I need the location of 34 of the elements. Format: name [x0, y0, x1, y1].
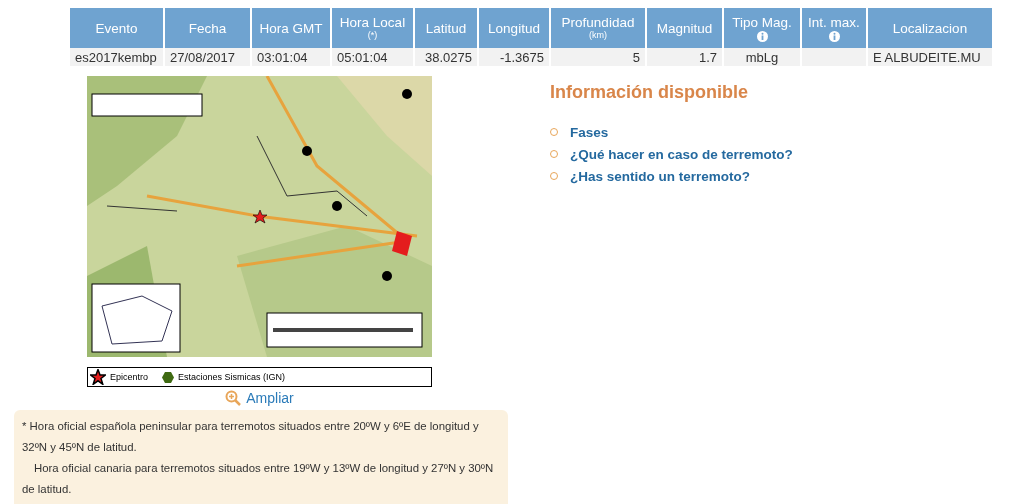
- table-cell: -1.3675: [478, 48, 550, 67]
- table-cell: 5: [550, 48, 646, 67]
- zoom-link[interactable]: Ampliar: [225, 390, 294, 406]
- table-cell: 03:01:04: [251, 48, 331, 67]
- table-cell: 38.0275: [414, 48, 478, 67]
- table-cell: 05:01:04: [331, 48, 414, 67]
- table-cell: E ALBUDEITE.MU: [867, 48, 993, 67]
- info-icon: [828, 30, 840, 42]
- hexagon-icon: [162, 371, 175, 383]
- column-header: Longitud: [478, 8, 550, 48]
- column-header: Profundidad (km): [550, 8, 646, 48]
- zoom-in-icon: [225, 390, 242, 406]
- column-header: Fecha: [164, 8, 251, 48]
- info-link[interactable]: Fases: [570, 124, 609, 140]
- info-link[interactable]: ¿Has sentido un terremoto?: [570, 168, 750, 184]
- note-text: * Hora oficial española peninsular para terremotos situados entre 20ºW y 6ºE de longitud y 32ºN y 45ºN de latitud.: [22, 419, 480, 455]
- info-link[interactable]: ¿Qué hacer en caso de terremoto?: [570, 146, 793, 162]
- legend-label: Epicentro: [110, 372, 149, 382]
- column-header: Latitud: [414, 8, 478, 48]
- column-header: Localizacion: [867, 8, 993, 48]
- table-cell: mbLg: [723, 48, 801, 67]
- column-header: Hora Local (*): [331, 8, 414, 48]
- column-header: Hora GMT: [251, 8, 331, 48]
- table-cell: 1.7: [646, 48, 723, 67]
- table-cell: 27/08/2017: [164, 48, 251, 67]
- column-header: Evento: [69, 8, 164, 48]
- column-header: Tipo Mag.: [723, 8, 801, 48]
- section-title: Información disponible: [550, 82, 749, 103]
- column-header: Int. max.: [801, 8, 867, 48]
- note-text: Hora oficial canaria para terremotos situados entre 19ºW y 13ºW de longitud y 27ºN y 30ºN de latitud.: [22, 461, 495, 497]
- legend-label: Estaciones Sismicas (IGN): [178, 372, 286, 382]
- column-header: Magnitud: [646, 8, 723, 48]
- table-cell: es2017kembp: [69, 48, 164, 67]
- info-icon: [756, 30, 768, 42]
